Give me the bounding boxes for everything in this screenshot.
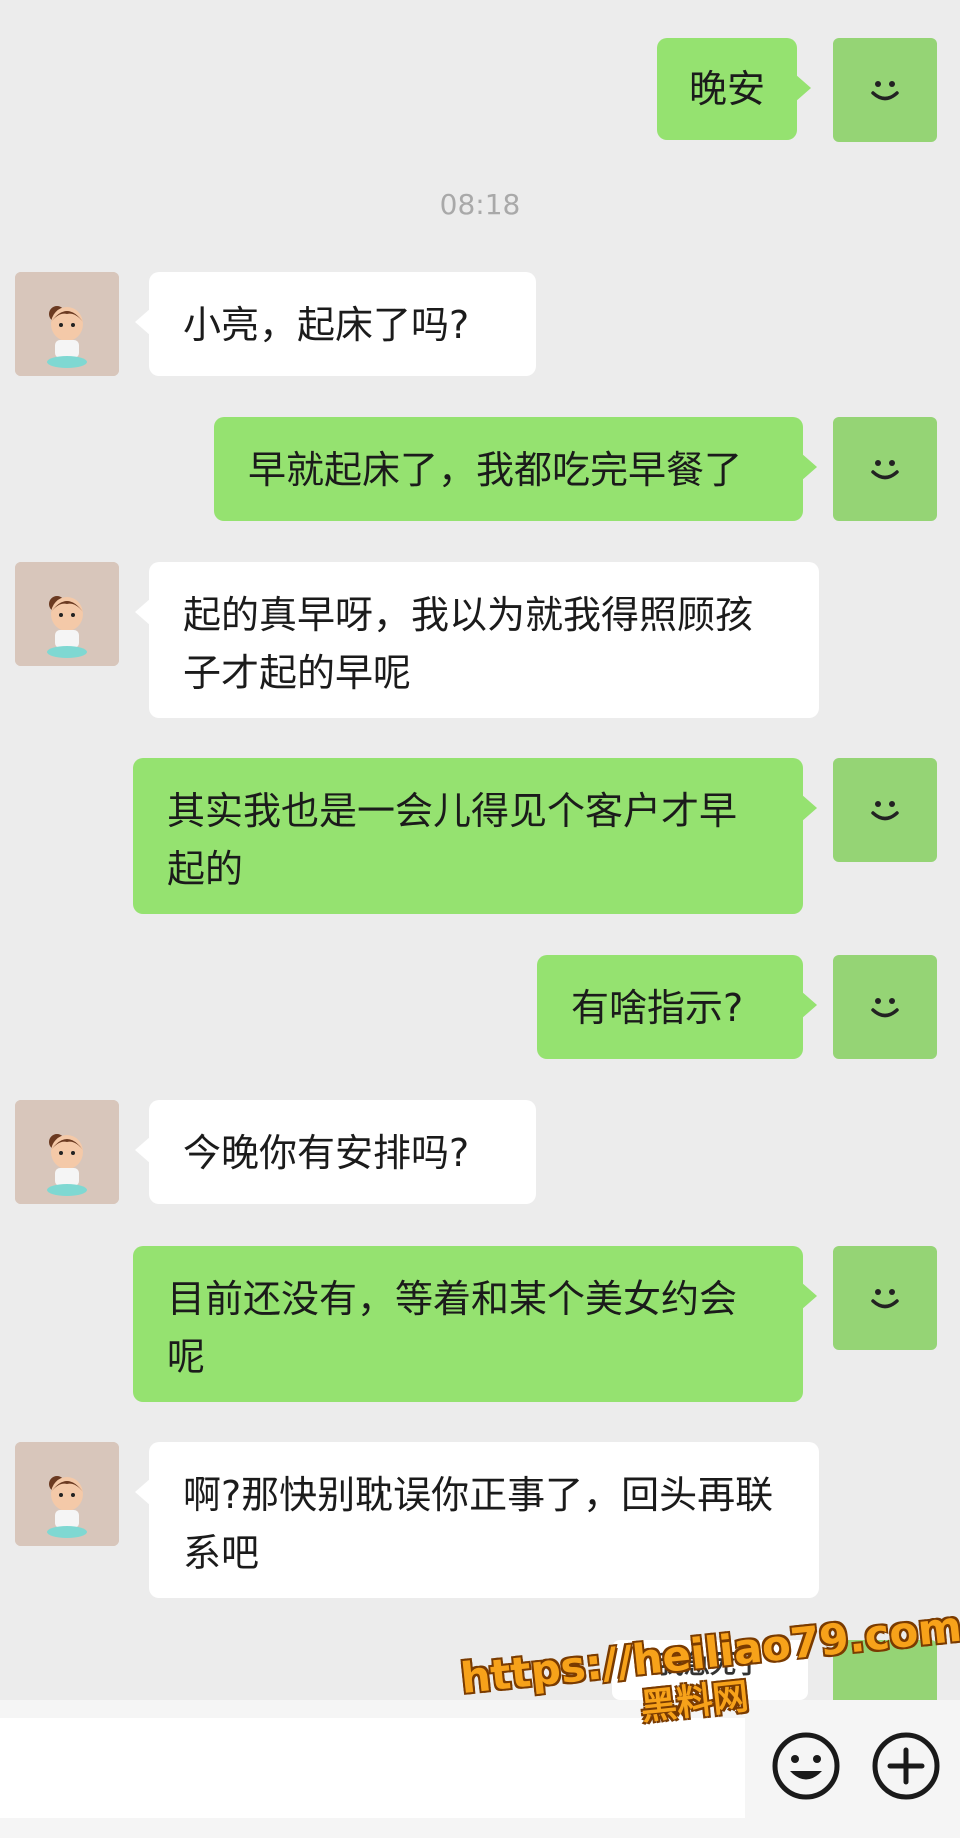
message-bubble-peer[interactable]: 啊?那快别耽误你正事了，回头再联系吧 [135,1442,819,1598]
emoji-icon[interactable] [770,1730,842,1802]
peer-avatar[interactable] [15,1442,119,1546]
message-bubble-peer[interactable]: 今晚你有安排吗? [135,1100,536,1204]
message-bubble-peer[interactable]: 起的真早呀，我以为就我得照顾孩子才起的早呢 [135,562,819,718]
my-avatar[interactable] [833,38,937,142]
smiley-face-icon [871,460,899,480]
peer-avatar[interactable] [15,1100,119,1204]
smiley-face-icon [871,1289,899,1309]
cartoon-girl-avatar-icon [15,272,119,376]
peer-avatar[interactable] [15,562,119,666]
chat-area[interactable]: 晚安 08:18 小亮，起床了吗? 早就起床了，我都吃完早餐了 起的真早呀，我以… [0,0,960,1700]
peer-avatar[interactable] [15,272,119,376]
cartoon-girl-avatar-icon [15,1442,119,1546]
my-avatar[interactable] [833,955,937,1059]
timestamp: 08:18 [439,188,521,221]
message-bubble-peer[interactable]: 小亮，起床了吗? [135,272,536,376]
plus-circle-icon[interactable] [870,1730,942,1802]
message-bubble-mine[interactable]: 其实我也是一会儿得见个客户才早起的 [133,758,817,914]
my-avatar[interactable] [833,1246,937,1350]
message-bubble-mine[interactable]: 晚安 [657,38,812,140]
smiley-face-icon [871,801,899,821]
smiley-face-icon [871,81,899,101]
message-bubble-mine[interactable]: 早就起床了，我都吃完早餐了 [214,417,817,521]
my-avatar[interactable] [833,417,937,521]
cartoon-girl-avatar-icon [15,1100,119,1204]
message-input[interactable] [0,1718,745,1818]
cartoon-girl-avatar-icon [15,562,119,666]
smiley-face-icon [871,998,899,1018]
message-bubble-mine[interactable]: 目前还没有，等着和某个美女约会呢 [133,1246,817,1402]
my-avatar[interactable] [833,758,937,862]
message-bubble-mine[interactable]: 有啥指示? [537,955,817,1059]
